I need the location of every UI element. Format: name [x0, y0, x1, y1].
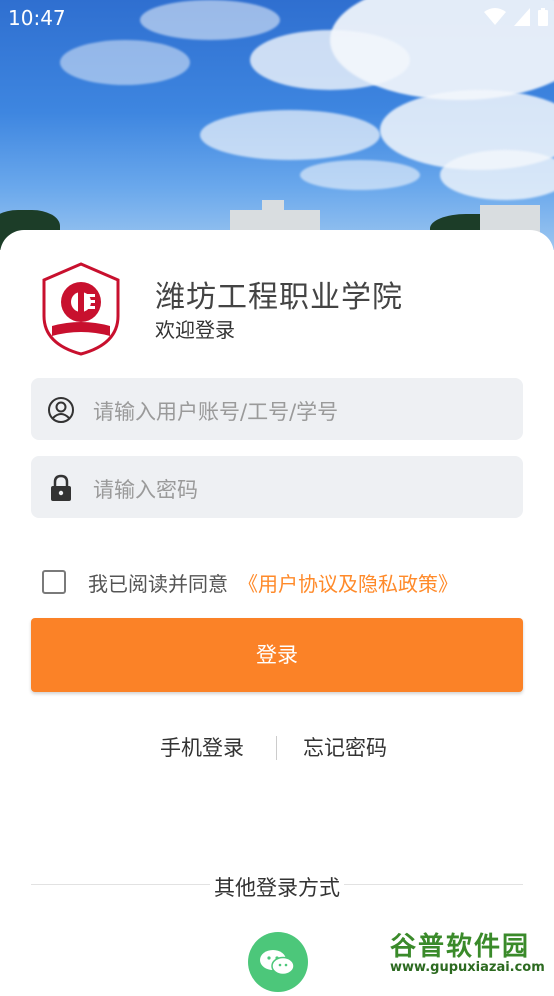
account-input[interactable]: 请输入用户账号/工号/学号	[31, 378, 523, 440]
signal-icon	[514, 8, 530, 26]
page-subtitle: 欢迎登录	[155, 318, 235, 342]
other-login-label: 其他登录方式	[210, 876, 344, 900]
agreement-link[interactable]: 《用户协议及隐私政策》	[238, 568, 458, 597]
link-divider	[276, 736, 277, 760]
password-input[interactable]: 请输入密码	[31, 456, 523, 518]
secondary-links: 手机登录 忘记密码	[0, 732, 554, 762]
wechat-login-button[interactable]	[248, 932, 308, 992]
account-placeholder: 请输入用户账号/工号/学号	[93, 400, 339, 424]
agreement-row: 我已阅读并同意 《用户协议及隐私政策》	[42, 568, 458, 596]
page-title: 潍坊工程职业学院	[155, 280, 403, 315]
user-icon	[48, 397, 74, 423]
status-bar: 10:47	[0, 0, 554, 36]
agreement-checkbox[interactable]	[42, 570, 66, 594]
other-login-section: 其他登录方式	[31, 870, 523, 900]
school-logo-icon	[42, 262, 120, 356]
forgot-password-link[interactable]: 忘记密码	[303, 732, 387, 762]
watermark-url: www.gupuxiazai.com	[390, 960, 545, 975]
wifi-icon	[484, 8, 506, 25]
status-time: 10:47	[8, 6, 66, 30]
lock-icon	[51, 474, 71, 501]
login-button[interactable]: 登录	[31, 618, 523, 692]
header-background-image	[0, 0, 554, 250]
watermark-title: 谷普软件园	[390, 932, 531, 962]
watermark: 谷普软件园 www.gupuxiazai.com	[386, 924, 554, 984]
battery-icon	[538, 8, 548, 26]
phone-login-link[interactable]: 手机登录	[160, 732, 244, 762]
agreement-text: 我已阅读并同意	[88, 571, 228, 596]
login-card: 潍坊工程职业学院 欢迎登录 请输入用户账号/工号/学号 请输入密码 我已阅读并同…	[0, 230, 554, 992]
password-placeholder: 请输入密码	[93, 478, 198, 502]
wechat-icon	[260, 950, 295, 976]
